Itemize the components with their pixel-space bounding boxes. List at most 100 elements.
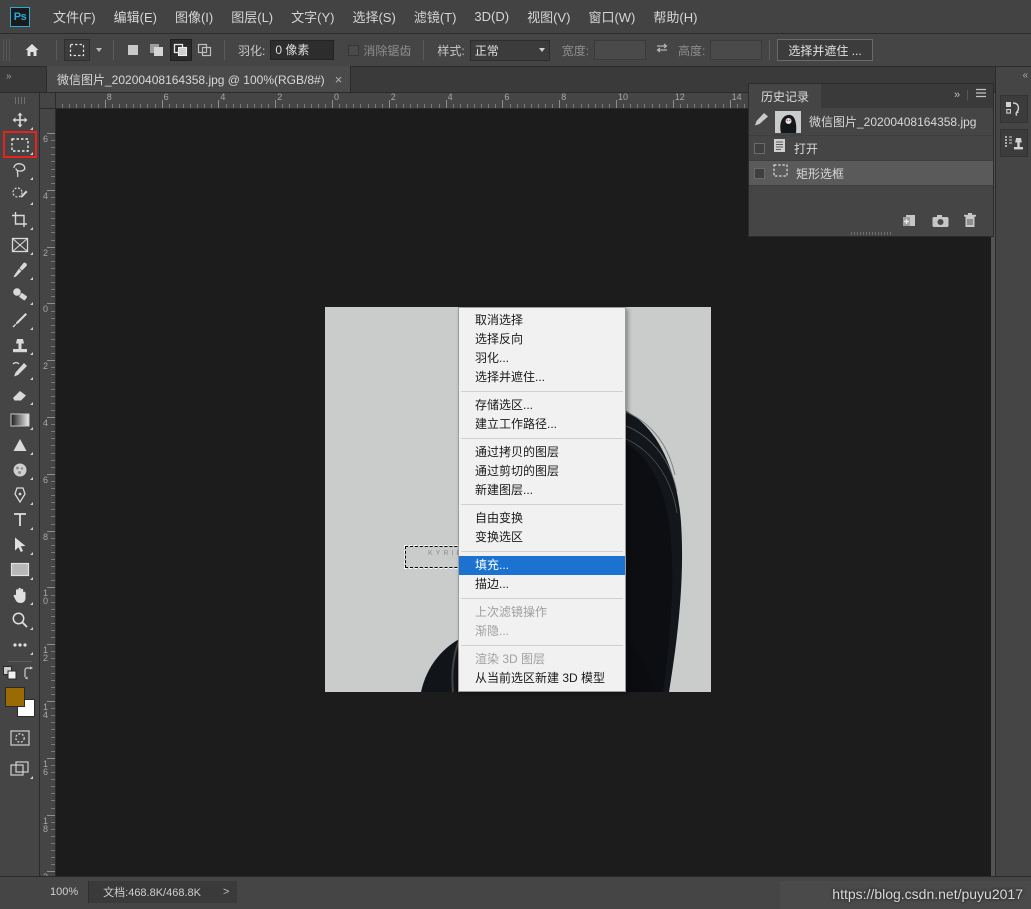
context-menu-item[interactable]: 取消选择 (459, 311, 625, 330)
context-menu-item[interactable]: 选择并遮住... (459, 368, 625, 387)
dodge-tool[interactable] (4, 457, 36, 482)
context-menu-item[interactable]: 存储选区... (459, 396, 625, 415)
clone-stamp-tool[interactable] (4, 332, 36, 357)
spot-healing-brush-tool[interactable] (4, 282, 36, 307)
blur-tool[interactable] (4, 432, 36, 457)
history-brush-source-icon[interactable] (754, 112, 769, 131)
menu-help[interactable]: 帮助(H) (644, 4, 706, 29)
chevron-down-icon[interactable] (96, 48, 102, 52)
zoom-level[interactable]: 100% (40, 881, 90, 903)
hand-tool[interactable] (4, 582, 36, 607)
feather-input[interactable]: 0 像素 (270, 40, 335, 60)
foreground-color-swatch[interactable] (4, 687, 25, 707)
rectangle-tool[interactable] (4, 557, 36, 582)
context-menu-item[interactable]: 通过拷贝的图层 (459, 443, 625, 462)
history-state-open[interactable]: 打开 (749, 136, 993, 161)
status-expand-icon[interactable]: > (215, 886, 237, 898)
pen-tool[interactable] (4, 482, 36, 507)
height-input[interactable] (710, 40, 763, 60)
swap-arrows-icon[interactable] (655, 41, 669, 59)
eraser-tool[interactable] (4, 382, 36, 407)
history-state-checkbox[interactable] (754, 167, 765, 179)
menu-image[interactable]: 图像(I) (166, 4, 222, 29)
menu-filter[interactable]: 滤镜(T) (405, 4, 466, 29)
vertical-ruler[interactable]: 64202468101214161820 (40, 109, 56, 876)
frame-tool[interactable] (4, 232, 36, 257)
document-tab[interactable]: 微信图片_20200408164358.jpg @ 100%(RGB/8#) × (46, 66, 352, 92)
screen-mode-icon[interactable] (4, 756, 36, 781)
selection-context-menu[interactable]: 取消选择 选择反向 羽化... 选择并遮住... 存储选区... 建立工作路径... 通过拷… (458, 307, 626, 692)
context-menu-item[interactable]: 新建图层... (459, 481, 625, 500)
divider (56, 40, 57, 60)
move-tool[interactable] (4, 107, 36, 132)
brush-tool[interactable] (4, 307, 36, 332)
context-menu-item[interactable]: 从当前选区新建 3D 模型 (459, 669, 625, 688)
home-icon[interactable] (19, 38, 45, 62)
path-selection-tool[interactable] (4, 532, 36, 557)
zoom-tool[interactable] (4, 607, 36, 632)
clone-source-panel-icon[interactable] (999, 129, 1028, 157)
menu-type[interactable]: 文字(Y) (282, 4, 343, 29)
close-icon[interactable]: × (335, 73, 343, 86)
ruler-tick-minor (51, 381, 55, 383)
context-menu-item[interactable]: 建立工作路径... (459, 415, 625, 434)
context-menu-item[interactable]: 羽化... (459, 349, 625, 368)
default-colors-icon[interactable] (2, 666, 17, 685)
double-chevron-right-icon[interactable]: » (954, 89, 960, 101)
context-menu-item[interactable]: 自由变换 (459, 509, 625, 528)
create-document-from-state-icon[interactable] (902, 213, 918, 233)
menu-edit[interactable]: 编辑(E) (105, 4, 166, 29)
width-input[interactable] (594, 40, 647, 60)
history-snapshot-row[interactable]: 微信图片_20200408164358.jpg (749, 108, 993, 136)
crop-tool[interactable] (4, 207, 36, 232)
lasso-tool[interactable] (4, 157, 36, 182)
ruler-tick-minor (296, 104, 298, 108)
add-to-selection-button[interactable] (146, 39, 168, 61)
tools-panel-grip[interactable] (14, 97, 25, 104)
context-menu-item[interactable]: 通过剪切的图层 (459, 462, 625, 481)
edit-toolbar-tool[interactable] (4, 632, 36, 657)
history-state-checkbox[interactable] (754, 142, 765, 154)
panel-menu-icon[interactable] (975, 88, 987, 101)
tab-history[interactable]: 历史记录 (749, 84, 822, 108)
ruler-tick-minor (51, 154, 55, 156)
create-snapshot-icon[interactable] (932, 214, 949, 233)
history-panel-resize-grip[interactable] (851, 232, 891, 235)
style-select[interactable]: 正常 (469, 39, 550, 61)
menu-window[interactable]: 窗口(W) (579, 4, 644, 29)
context-menu-item[interactable]: 选择反向 (459, 330, 625, 349)
quick-selection-tool[interactable] (4, 182, 36, 207)
delete-state-icon[interactable] (963, 213, 977, 233)
rectangular-marquee-icon[interactable] (64, 39, 90, 61)
intersect-with-selection-button[interactable] (194, 39, 216, 61)
history-brush-tool[interactable] (4, 357, 36, 382)
new-selection-button[interactable] (122, 39, 144, 61)
antialias-checkbox[interactable] (348, 44, 360, 56)
horizontal-type-tool[interactable] (4, 507, 36, 532)
ruler-corner[interactable] (40, 93, 56, 109)
color-swatches[interactable] (4, 687, 35, 717)
menu-layer[interactable]: 图层(L) (222, 4, 282, 29)
history-panel-icon[interactable] (999, 95, 1028, 123)
select-and-mask-button[interactable]: 选择并遮住 ... (777, 39, 873, 61)
menu-3d[interactable]: 3D(D) (465, 6, 518, 27)
toolbar-collapse-icon[interactable]: » (6, 71, 11, 82)
context-menu-item[interactable]: 变换选区 (459, 528, 625, 547)
rectangular-marquee-tool[interactable] (2, 131, 37, 158)
history-state-marquee[interactable]: 矩形选框 (749, 161, 993, 186)
eyedropper-tool[interactable] (4, 257, 36, 282)
menu-view[interactable]: 视图(V) (518, 4, 579, 29)
context-menu-item[interactable]: 填充... (459, 556, 625, 575)
gradient-tool[interactable] (4, 407, 36, 432)
ruler-tick (104, 100, 106, 108)
context-menu-item[interactable]: 描边... (459, 575, 625, 594)
options-bar-grip[interactable] (3, 39, 11, 61)
swap-colors-icon[interactable] (23, 666, 37, 685)
subtract-from-selection-button[interactable] (170, 39, 192, 61)
double-chevron-right-icon[interactable]: « (1022, 70, 1027, 81)
ruler-tick-minor (651, 104, 653, 108)
quick-mask-icon[interactable] (4, 725, 36, 750)
menu-file[interactable]: 文件(F) (44, 4, 105, 29)
ruler-tick (559, 100, 561, 108)
menu-select[interactable]: 选择(S) (343, 4, 404, 29)
